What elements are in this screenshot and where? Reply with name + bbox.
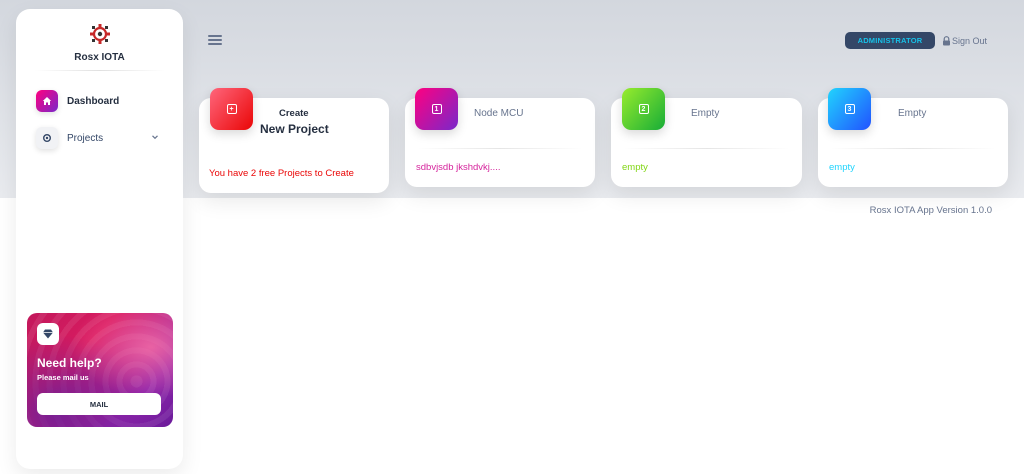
brand[interactable]: Rosx IOTA (16, 23, 183, 63)
project-number: 1 (431, 104, 442, 114)
chevron-down-icon (152, 135, 158, 140)
project-title: Empty (691, 108, 720, 119)
brand-divider (34, 70, 165, 71)
sign-out-link[interactable]: Sign Out (942, 34, 987, 48)
project-card-2[interactable]: 2 Empty empty (611, 88, 802, 187)
project-subtitle: sdbvjsdb jkshdvkj.... (416, 162, 501, 173)
card-divider (830, 148, 996, 149)
sign-out-label: Sign Out (952, 36, 988, 46)
plus-icon: + (210, 88, 253, 130)
help-title: Need help? (37, 356, 102, 370)
project-number-icon: 1 (415, 88, 458, 130)
project-subtitle: empty (829, 162, 855, 173)
project-subtitle: empty (622, 162, 648, 173)
project-card-1[interactable]: 1 Node MCU sdbvjsdb jkshdvkj.... (405, 88, 595, 187)
brand-name: Rosx IOTA (74, 52, 125, 63)
project-number: 2 (638, 104, 649, 114)
card-divider (417, 148, 583, 149)
home-icon (36, 90, 58, 112)
menu-icon[interactable] (208, 35, 222, 47)
role-badge: ADMINISTRATOR (845, 32, 935, 49)
diamond-icon (37, 323, 59, 345)
project-number: 3 (844, 104, 855, 114)
sidebar-item-label: Projects (67, 132, 104, 144)
create-project-card[interactable]: + Create New Project You have 2 free Pro… (199, 88, 389, 193)
sidebar: Rosx IOTA Dashboard Projects Need help? … (16, 9, 183, 469)
sidebar-item-projects[interactable]: Projects (36, 126, 166, 150)
create-label: Create (279, 108, 309, 119)
app-version: Rosx IOTA App Version 1.0.0 (869, 205, 992, 216)
settings-icon (36, 127, 58, 149)
new-project-label: New Project (260, 122, 329, 136)
project-number-icon: 3 (828, 88, 871, 130)
brand-logo-icon (89, 24, 110, 44)
project-title: Empty (898, 108, 927, 119)
card-divider (623, 148, 790, 149)
help-card: Need help? Please mail us MAIL (27, 313, 173, 427)
sidebar-item-dashboard[interactable]: Dashboard (36, 89, 166, 113)
help-subtitle: Please mail us (37, 373, 89, 382)
free-projects-note: You have 2 free Projects to Create (209, 168, 354, 179)
lock-icon (943, 36, 950, 46)
mail-button[interactable]: MAIL (37, 393, 161, 415)
project-number-icon: 2 (622, 88, 665, 130)
project-card-3[interactable]: 3 Empty empty (818, 88, 1008, 187)
project-title: Node MCU (474, 108, 524, 119)
sidebar-item-label: Dashboard (67, 95, 120, 107)
